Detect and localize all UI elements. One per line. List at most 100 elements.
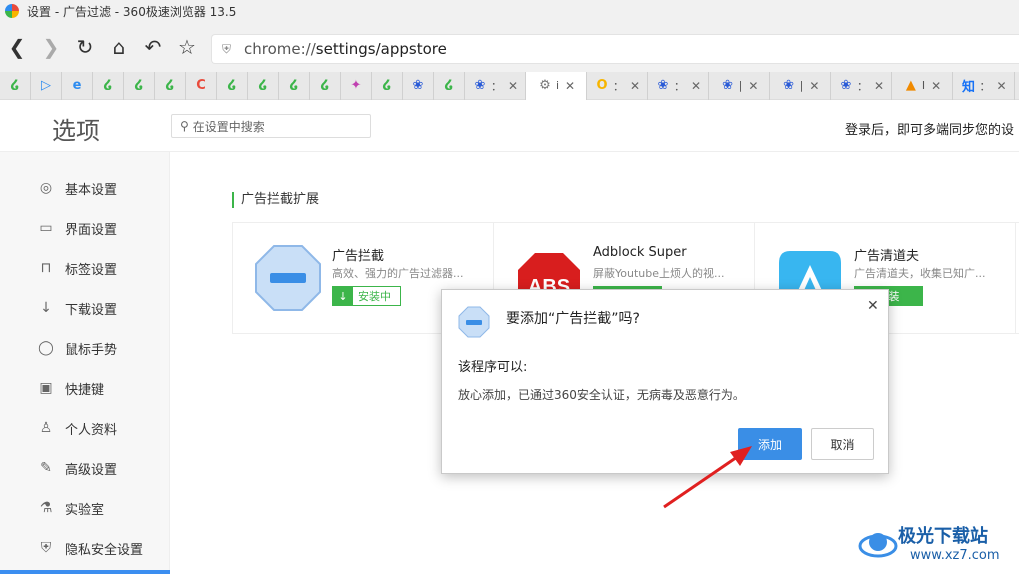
wrench-icon: ✎ — [40, 460, 52, 476]
extension-name: Adblock Super — [593, 245, 687, 260]
360-icon: ໒ — [320, 78, 330, 93]
tab-close-icon[interactable]: ✕ — [748, 79, 758, 93]
baidu-icon: ❀ — [722, 78, 734, 93]
browser-tab[interactable]: ໒ — [155, 71, 186, 100]
tab-close-icon[interactable]: ✕ — [874, 79, 884, 93]
window-titlebar: 设置 - 广告过滤 - 360极速浏览器 13.5 — [0, 0, 1019, 22]
sidebar-item[interactable]: ▭ 界面设置 — [0, 208, 170, 248]
add-button[interactable]: 添加 — [738, 428, 802, 460]
add-extension-dialog: 要添加“广告拦截”吗? ✕ 该程序可以: 放心添加，已通过360安全认证，无病毒… — [441, 289, 889, 474]
sidebar-item[interactable]: ◎ 基本设置 — [0, 168, 170, 208]
sidebar-item[interactable]: ✎ 高级设置 — [0, 448, 170, 488]
browser-tab[interactable]: ⚙ i ✕ — [526, 71, 587, 100]
watermark-url: www.xz7.com — [910, 548, 1000, 563]
sidebar-item[interactable]: ⊓ 标签设置 — [0, 248, 170, 288]
browser-tab[interactable]: ❀ ： ✕ — [465, 71, 526, 100]
extension-desc: 屏蔽Youtube上烦人的视... — [593, 267, 725, 280]
browser-tab[interactable]: ▷ — [31, 71, 62, 100]
sidebar-item-label: 快捷键 — [65, 382, 105, 398]
c-icon: C — [196, 78, 206, 93]
tab-close-icon[interactable]: ✕ — [691, 79, 701, 93]
home-icon[interactable]: ⌂ — [102, 30, 136, 64]
browser-tab[interactable]: ❀ ： ✕ — [831, 71, 892, 100]
sidebar-item[interactable]: ↓ 下载设置 — [0, 288, 170, 328]
stop-sign-icon — [458, 306, 490, 338]
browser-tab[interactable]: O ： ✕ — [587, 71, 648, 100]
tab-title: ： — [856, 79, 868, 93]
browser-tab[interactable]: C — [186, 71, 217, 100]
url-path: settings/appstore — [315, 40, 447, 58]
browser-tab[interactable]: ໒ — [124, 71, 155, 100]
dialog-body: 放心添加，已通过360安全认证，无病毒及恶意行为。 — [458, 388, 745, 402]
search-placeholder: 在设置中搜索 — [192, 119, 265, 134]
sidebar-item-label: 个人资料 — [65, 422, 118, 438]
360-icon: ໒ — [103, 78, 113, 93]
sidebar-scroll-indicator — [0, 570, 170, 574]
browser-tab[interactable]: ✦ — [341, 71, 372, 100]
tab-title: ： — [673, 79, 685, 93]
tab-close-icon[interactable]: ✕ — [565, 79, 575, 93]
url-prefix: chrome:// — [244, 40, 316, 58]
sidebar-item[interactable]: ♙ 个人资料 — [0, 408, 170, 448]
navigation-bar: ❮ ❯ ↻ ⌂ ↶ ☆ ⛨ chrome:// settings/appstor… — [0, 22, 1019, 72]
baidu-icon: ❀ — [412, 78, 424, 93]
browser-tab[interactable]: ❀ | ✕ — [770, 71, 831, 100]
browser-tab[interactable]: ໒ — [93, 71, 124, 100]
browser-tab[interactable]: ❀ | ✕ — [709, 71, 770, 100]
sidebar-item[interactable]: ◯ 鼠标手势 — [0, 328, 170, 368]
browser-tab[interactable]: ໒ — [217, 71, 248, 100]
installing-button[interactable]: ↓ 安装中 — [332, 286, 401, 306]
bookmark-star-icon[interactable]: ☆ — [170, 30, 204, 64]
download-icon: ↓ — [333, 287, 353, 305]
options-header: 选项 ⚲ 在设置中搜索 登录后，即可多端同步您的设 — [0, 100, 1019, 152]
tab-title: ： — [979, 79, 991, 93]
download-icon: ↓ — [40, 300, 52, 316]
sidebar-item-label: 下载设置 — [65, 302, 118, 318]
reload-icon[interactable]: ↻ — [68, 30, 102, 64]
back-icon[interactable]: ❮ — [0, 30, 34, 64]
browser-tab[interactable]: e — [62, 71, 93, 100]
star-color-icon: ✦ — [350, 78, 362, 93]
sidebar-item-label: 隐私安全设置 — [65, 542, 144, 558]
360-icon: ໒ — [10, 78, 20, 93]
tab-close-icon[interactable]: ✕ — [931, 79, 941, 93]
tab-close-icon[interactable]: ✕ — [630, 79, 640, 93]
watermark-text: 极光下载站 — [898, 526, 988, 547]
search-o-icon: O — [596, 78, 608, 93]
close-icon[interactable]: ✕ — [867, 298, 879, 314]
browser-tab[interactable]: ໒ — [310, 71, 341, 100]
browser-tab[interactable]: ໒ — [248, 71, 279, 100]
forward-icon[interactable]: ❯ — [34, 30, 68, 64]
browser-tab[interactable]: ໒ — [279, 71, 310, 100]
tab-icon: ⊓ — [40, 260, 52, 276]
watermark: 极光下载站 www.xz7.com — [858, 520, 1018, 570]
gear-icon: ⚙ — [539, 78, 551, 93]
extension-name: 广告清道夫 — [854, 249, 920, 264]
browser-tab[interactable]: ໒ — [0, 71, 31, 100]
browser-tab[interactable]: ▲ I ✕ — [892, 71, 953, 100]
flask-icon: ⚗ — [39, 500, 53, 516]
sidebar-item[interactable]: ⚗ 实验室 — [0, 488, 170, 528]
dialog-title: 要添加“广告拦截”吗? — [506, 311, 640, 327]
tab-close-icon[interactable]: ✕ — [508, 79, 518, 93]
sidebar-item[interactable]: ⛨ 隐私安全设置 — [0, 528, 170, 568]
baidu-icon: ❀ — [474, 78, 486, 93]
browser-tab[interactable]: ❀ — [403, 71, 434, 100]
sidebar-item[interactable]: ▣ 快捷键 — [0, 368, 170, 408]
browser-tab[interactable]: ❀ ： ✕ — [648, 71, 709, 100]
browser-tab[interactable]: ໒ — [372, 71, 403, 100]
login-sync-text[interactable]: 登录后，即可多端同步您的设 — [845, 119, 1014, 138]
undo-icon[interactable]: ↶ — [136, 30, 170, 64]
cancel-button[interactable]: 取消 — [811, 428, 874, 460]
browser-tab[interactable]: ໒ — [434, 71, 465, 100]
address-bar[interactable]: ⛨ chrome:// settings/appstore — [211, 34, 1019, 64]
extension-desc: 高效、强力的广告过滤器... — [332, 267, 464, 280]
baidu-icon: ❀ — [783, 78, 795, 93]
browser-tab[interactable]: 知 ： ✕ — [953, 71, 1015, 100]
tab-title: I — [921, 79, 926, 92]
tab-close-icon[interactable]: ✕ — [809, 79, 819, 93]
settings-search-input[interactable]: ⚲ 在设置中搜索 — [171, 114, 371, 138]
tab-close-icon[interactable]: ✕ — [996, 79, 1006, 93]
sidebar-item-label: 标签设置 — [65, 262, 118, 278]
tab-title: ： — [612, 79, 624, 93]
